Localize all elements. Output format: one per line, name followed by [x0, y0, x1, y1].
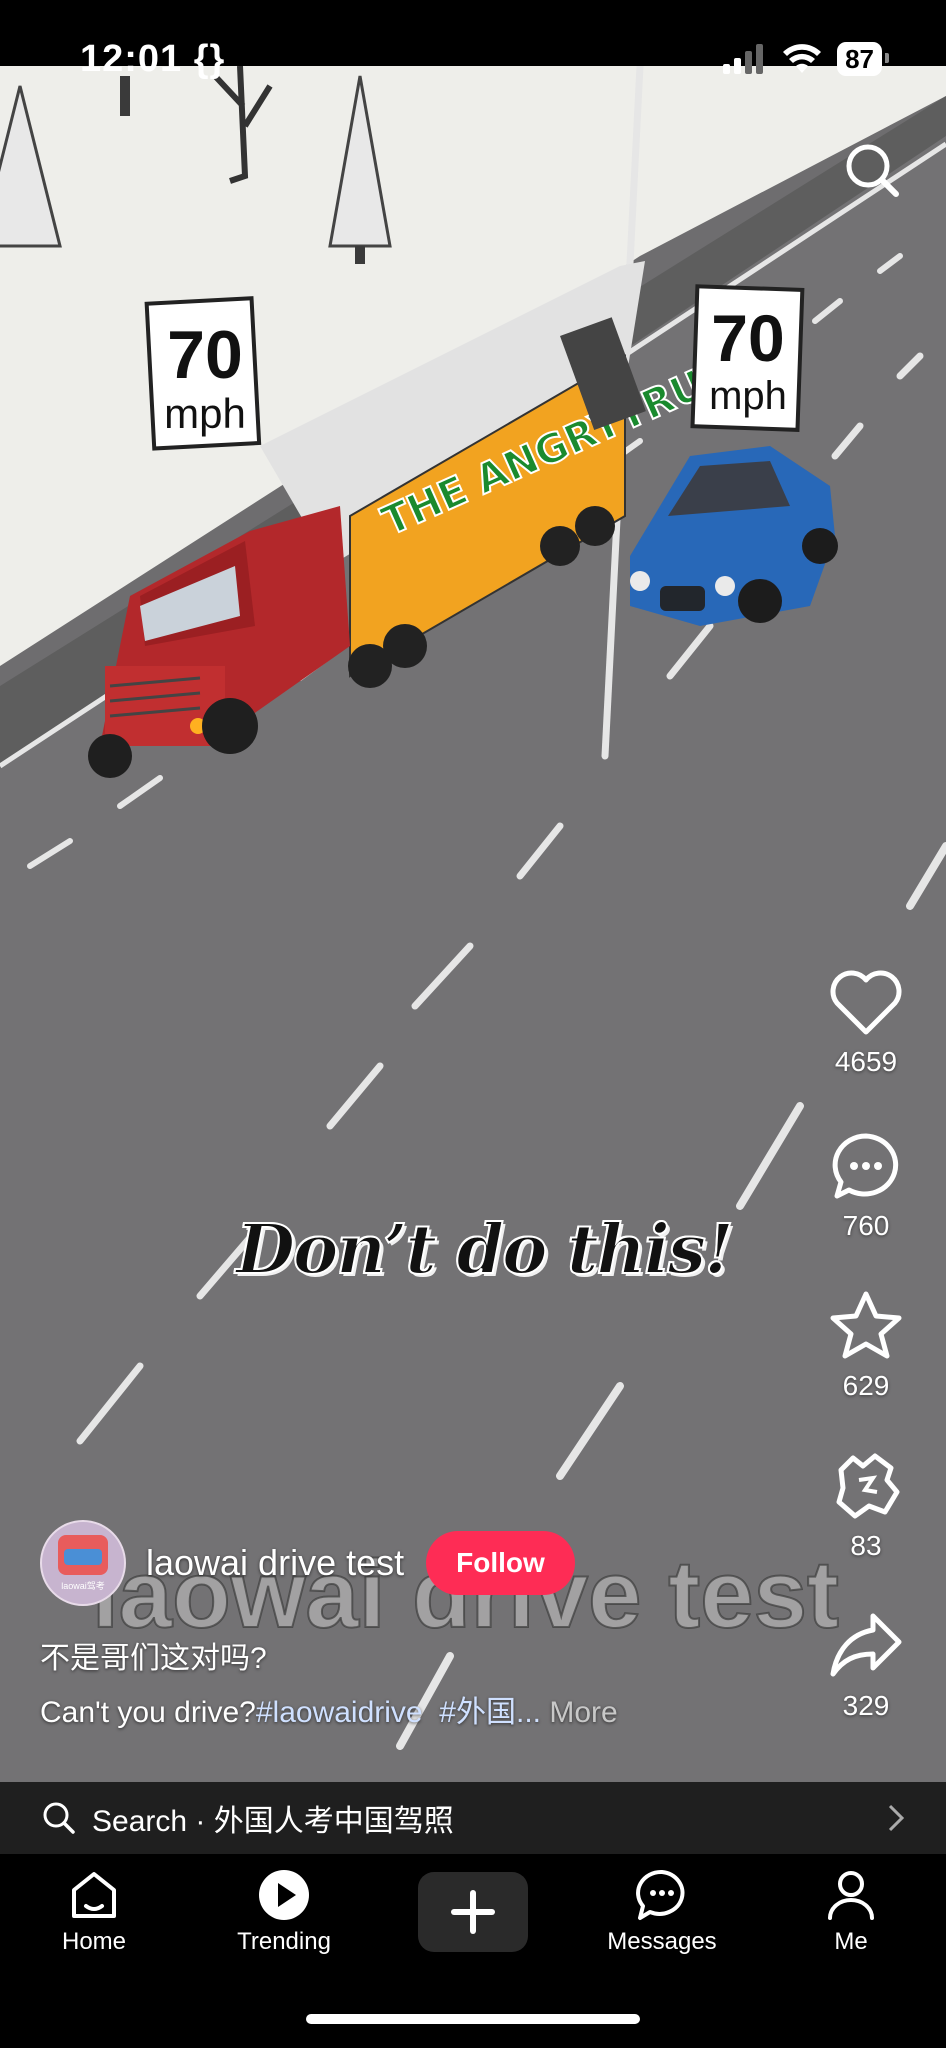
bottom-nav: Home Trending Messages Me — [0, 1854, 946, 2048]
avatar[interactable]: laowai驾考 — [40, 1520, 126, 1606]
description-text: Can't you drive? — [40, 1696, 256, 1729]
description-line-1: 不是哥们这对吗? — [40, 1642, 267, 1675]
comment-button[interactable]: 760 — [829, 1130, 903, 1290]
status-icons: 87 — [723, 42, 889, 76]
remix-count: 83 — [850, 1530, 882, 1561]
video-caption: Don’t do this! — [235, 1209, 735, 1291]
star-icon — [830, 1291, 902, 1359]
nav-messages-label: Messages — [607, 1928, 717, 1955]
svg-text:70: 70 — [167, 317, 243, 393]
avatar-text: laowai驾考 — [61, 1580, 105, 1591]
nav-me-label: Me — [834, 1928, 868, 1955]
comment-icon — [832, 1133, 899, 1199]
hashtag-link[interactable]: #laowaidrive — [256, 1696, 423, 1729]
action-column: 4659 760 629 83 329 — [808, 970, 924, 1770]
status-time: 12:01 {} — [80, 38, 226, 80]
share-icon — [830, 1613, 902, 1677]
wifi-icon — [783, 44, 822, 73]
remix-icon — [836, 1453, 900, 1519]
related-search-label: Search · 外国人考中国驾照 — [92, 1805, 454, 1838]
status-bar: 12:01 {} 87 — [0, 0, 946, 80]
battery-indicator: 87 — [837, 42, 889, 76]
search-icon — [43, 1802, 75, 1834]
nav-me[interactable]: Me — [766, 1868, 936, 1956]
share-count: 329 — [842, 1690, 890, 1721]
nav-trending[interactable]: Trending — [199, 1868, 369, 1956]
nav-home[interactable]: Home — [9, 1868, 179, 1956]
remix-button[interactable]: 83 — [829, 1450, 903, 1610]
svg-text:70: 70 — [711, 301, 784, 375]
hashtag-link[interactable]: #外国... — [439, 1696, 541, 1729]
nav-messages[interactable]: Messages — [577, 1868, 747, 1956]
favorite-button[interactable]: 629 — [829, 1290, 903, 1450]
speed-sign: 70 mph — [144, 296, 262, 451]
play-icon — [259, 1870, 309, 1920]
favorite-count: 629 — [842, 1370, 890, 1401]
related-search-bar[interactable]: Search · 外国人考中国驾照 — [0, 1782, 946, 1854]
like-count: 4659 — [834, 1046, 898, 1077]
chevron-right-icon — [888, 1804, 905, 1832]
follow-button[interactable]: Follow — [426, 1531, 575, 1595]
description-line-2: Can't you drive?#laowaidrive #外国... More — [40, 1686, 618, 1740]
comment-count: 760 — [842, 1210, 890, 1241]
home-icon — [72, 1872, 116, 1918]
home-indicator[interactable] — [306, 2014, 640, 2024]
search-icon[interactable] — [842, 140, 902, 200]
like-button[interactable]: 4659 — [829, 970, 903, 1130]
more-link[interactable]: More — [549, 1696, 617, 1729]
plus-icon — [451, 1890, 495, 1934]
nav-trending-label: Trending — [237, 1928, 331, 1955]
avatar-logo — [58, 1534, 108, 1575]
svg-text:mph: mph — [164, 390, 246, 437]
cellular-signal-icon — [723, 44, 764, 74]
share-button[interactable]: 329 — [829, 1610, 903, 1770]
svg-text:mph: mph — [709, 374, 787, 418]
heart-icon — [830, 970, 902, 1035]
video-description: 不是哥们这对吗? Can't you drive?#laowaidrive #外… — [40, 1632, 618, 1740]
create-button[interactable] — [418, 1872, 528, 1952]
speed-sign: 70 mph — [690, 284, 805, 432]
author-name[interactable]: laowai drive test — [146, 1542, 404, 1584]
message-icon — [636, 1869, 685, 1920]
nav-home-label: Home — [61, 1928, 127, 1955]
author-row: laowai驾考 laowai drive test Follow — [40, 1520, 575, 1606]
profile-icon — [828, 1871, 874, 1920]
